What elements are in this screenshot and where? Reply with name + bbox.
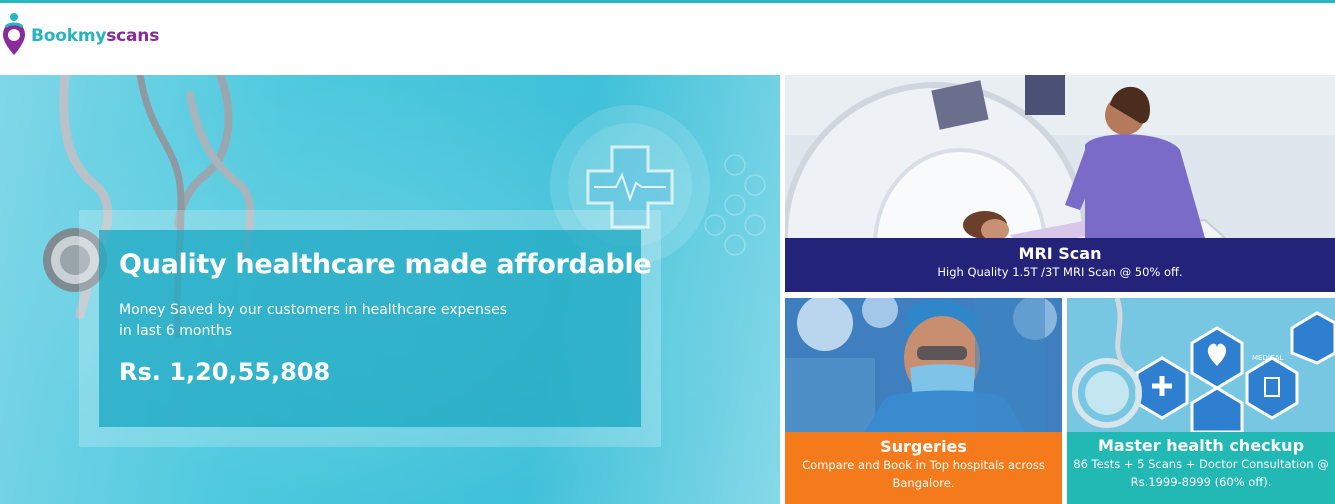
surgeries-description-line2: Bangalore.: [892, 476, 955, 490]
clipboard-hex-icon: [1245, 356, 1299, 420]
mri-description: High Quality 1.5T /3T MRI Scan @ 50% off…: [937, 265, 1183, 279]
medical-icon-label: MEDICAL: [1252, 354, 1284, 362]
mri-title: MRI Scan: [1018, 244, 1102, 263]
hero-banner: Quality healthcare made affordable Money…: [0, 75, 780, 504]
money-saved-amount: Rs. 1,20,55,808: [119, 358, 331, 386]
master-description-line1: 86 Tests + 5 Scans + Doctor Consultation…: [1073, 457, 1329, 471]
surgeon-photo: [785, 298, 1062, 432]
master-health-checkup-card[interactable]: MEDICAL Master health checkup 86 Tests +…: [1067, 298, 1335, 504]
hero-subtitle-line1: Money Saved by our customers in healthca…: [119, 302, 508, 318]
master-title: Master health checkup: [1097, 436, 1305, 455]
mri-caption: MRI Scan High Quality 1.5T /3T MRI Scan …: [785, 238, 1335, 292]
master-description-line2: Rs.1999-8999 (60% off).: [1130, 475, 1272, 489]
hero-title: Quality healthcare made affordable: [119, 249, 652, 280]
hero-subtitle-line2: in last 6 months: [119, 323, 233, 339]
site-header: Bookmyscans: [0, 3, 1335, 75]
surgeries-caption: Surgeries Compare and Book in Top hospit…: [785, 432, 1062, 504]
master-caption: Master health checkup 86 Tests + 5 Scans…: [1067, 432, 1335, 504]
location-pin-person-icon: [0, 11, 30, 61]
surgeries-card[interactable]: Surgeries Compare and Book in Top hospit…: [785, 298, 1062, 504]
surgeries-description-line1: Compare and Book in Top hospitals across: [802, 458, 1045, 472]
bookmyscans-logo[interactable]: Bookmyscans: [0, 11, 159, 61]
mri-scan-card[interactable]: MRI Scan High Quality 1.5T /3T MRI Scan …: [785, 75, 1335, 292]
medical-icons-photo: MEDICAL: [1067, 298, 1335, 432]
hero-subtitle: Money Saved by our customers in healthca…: [119, 300, 539, 342]
brand-name: Bookmyscans: [31, 26, 160, 46]
surgeries-title: Surgeries: [880, 437, 967, 456]
